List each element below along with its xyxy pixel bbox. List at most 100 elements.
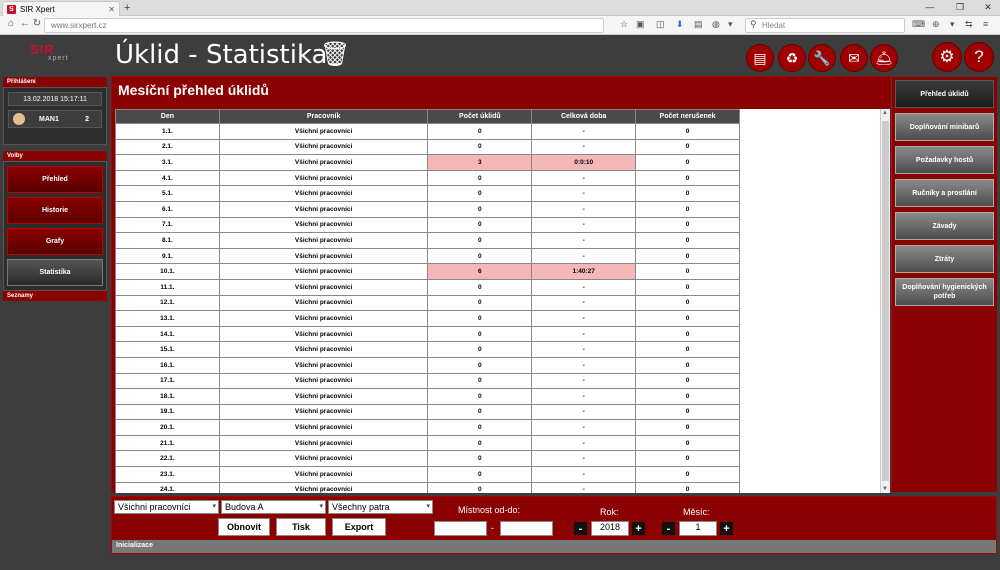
column-header[interactable]: Počet úklidů xyxy=(427,109,533,124)
year-input[interactable]: 2018 xyxy=(591,521,629,536)
room-from-input[interactable] xyxy=(434,521,487,536)
table-row[interactable]: 18.1. Všichni pracovníci 0-0 xyxy=(115,388,740,405)
menu-icon[interactable]: ≡ xyxy=(983,19,988,29)
table-cell: 0 xyxy=(427,232,533,249)
table-cell: 0 xyxy=(635,154,740,171)
table-row[interactable]: 14.1. Všichni pracovníci 0-0 xyxy=(115,325,740,343)
table-cell: Všichni pracovníci xyxy=(218,278,429,296)
right-item-hygiena[interactable]: Doplňování hygienických potřeb xyxy=(895,278,994,306)
table-row[interactable]: 1.1. Všichni pracovníci 0-0 xyxy=(115,123,740,140)
maximize-icon[interactable]: ❐ xyxy=(950,2,970,13)
table-cell: Všichni pracovníci xyxy=(218,185,429,202)
table-row[interactable]: 24.1. Všichni pracovníci 0-0 xyxy=(115,481,740,493)
table-row[interactable]: 11.1. Všichni pracovníci 0-0 xyxy=(115,278,740,296)
table-row[interactable]: 6.1. Všichni pracovníci 0-0 xyxy=(115,200,740,218)
table-row[interactable]: 16.1. Všichni pracovníci 0-0 xyxy=(115,356,740,374)
table-row[interactable]: 20.1. Všichni pracovníci 0-0 xyxy=(115,419,740,436)
year-decrement-button[interactable]: - xyxy=(574,522,587,535)
month-increment-button[interactable]: + xyxy=(720,522,733,535)
table-row[interactable]: 3.1. Všichni pracovníci 3 0:0:10 0 xyxy=(115,154,740,171)
new-tab-icon[interactable]: + xyxy=(124,2,130,14)
left-panel: Přihlášení 13.02.2018 15:17:11 MAN1 2 Vo… xyxy=(3,77,107,301)
worker-select[interactable]: Všichni pracovníci ▾ xyxy=(114,500,219,514)
month-decrement-button[interactable]: - xyxy=(662,522,675,535)
table-row[interactable]: 12.1. Všichni pracovníci 0-0 xyxy=(115,294,740,312)
right-item-doplnovani-minibaru[interactable]: Doplňování minibarů xyxy=(895,113,994,141)
scroll-thumb[interactable] xyxy=(882,121,889,481)
close-tab-icon[interactable]: ✕ xyxy=(108,5,115,14)
table-row[interactable]: 19.1. Všichni pracovníci 0-0 xyxy=(115,403,740,421)
refresh-button[interactable]: Obnovit xyxy=(218,518,270,536)
sync-icon[interactable]: ⇆ xyxy=(965,19,973,30)
wrench-icon[interactable]: 🔧 xyxy=(808,44,836,72)
right-item-zavady[interactable]: Závady xyxy=(895,212,994,240)
report-icon[interactable]: ▤ xyxy=(746,44,774,72)
table-row[interactable]: 23.1. Všichni pracovníci 0-0 xyxy=(115,466,740,483)
star-icon[interactable]: ☆ xyxy=(620,19,628,30)
url-bar[interactable]: www.sirxpert.cz xyxy=(44,18,604,33)
print-button[interactable]: Tisk xyxy=(276,518,326,536)
column-header[interactable]: Celková doba xyxy=(531,109,637,124)
mail-icon[interactable]: ✉ xyxy=(840,44,868,72)
history-icon[interactable]: ▤ xyxy=(694,19,703,30)
table-row[interactable]: 7.1. Všichni pracovníci 0-0 xyxy=(115,216,740,234)
table-row[interactable]: 10.1. Všichni pracovníci 6 1:40:27 0 xyxy=(115,263,740,280)
scroll-down-icon[interactable]: ▼ xyxy=(882,486,888,492)
window-close-icon[interactable]: ✕ xyxy=(978,2,998,13)
export-button[interactable]: Export xyxy=(332,518,386,536)
pocket-icon[interactable]: ◫ xyxy=(656,19,665,30)
table-row[interactable]: 9.1. Všichni pracovníci 0-0 xyxy=(115,247,740,265)
browser-tab[interactable]: S SIR Xpert ✕ xyxy=(2,1,120,16)
account-icon[interactable]: ⊕ xyxy=(932,19,940,30)
help-icon[interactable]: ? xyxy=(964,42,994,72)
table-cell: 19.1. xyxy=(115,403,220,421)
gear-icon[interactable]: ⚙ xyxy=(932,42,962,72)
column-header[interactable]: Počet nerušenek xyxy=(635,109,740,124)
table-row[interactable]: 21.1. Všichni pracovníci 0-0 xyxy=(115,434,740,452)
room-to-input[interactable] xyxy=(500,521,553,536)
table-row[interactable]: 22.1. Všichni pracovníci 0-0 xyxy=(115,450,740,468)
dropdown-icon[interactable]: ▾ xyxy=(728,19,733,30)
menu-footer[interactable]: Seznamy xyxy=(3,291,107,301)
table-row[interactable]: 4.1. Všichni pracovníci 0-0 xyxy=(115,169,740,187)
minimize-icon[interactable]: — xyxy=(920,2,940,12)
month-input[interactable]: 1 xyxy=(679,521,717,536)
table-row[interactable]: 15.1. Všichni pracovníci 0-0 xyxy=(115,341,740,358)
table-row[interactable]: 17.1. Všichni pracovníci 0-0 xyxy=(115,372,740,390)
search-input[interactable]: Hledat xyxy=(745,18,905,33)
table-cell: 0 xyxy=(635,481,740,493)
column-header[interactable]: Pracovník xyxy=(218,109,429,124)
table-row[interactable]: 2.1. Všichni pracovníci 0-0 xyxy=(115,138,740,156)
reload-icon[interactable]: ↻ xyxy=(30,18,44,29)
right-item-pozadavky-hostu[interactable]: Požadavky hostů xyxy=(895,146,994,174)
home-icon[interactable]: ⌂ xyxy=(4,18,18,29)
floor-select[interactable]: Všechny patra ▾ xyxy=(328,500,433,514)
cleaning-icon[interactable]: ♻ xyxy=(778,44,806,72)
table-cell: - xyxy=(531,310,637,327)
right-item-ztraty[interactable]: Ztráty xyxy=(895,245,994,273)
table-row[interactable]: 8.1. Všichni pracovníci 0-0 xyxy=(115,232,740,249)
login-user[interactable]: MAN1 2 xyxy=(8,110,102,128)
menu-item-statistika[interactable]: Statistika xyxy=(7,259,103,286)
menu-item-grafy[interactable]: Grafy xyxy=(7,228,103,255)
building-select[interactable]: Budova A ▾ xyxy=(221,500,326,514)
extension-icon[interactable]: ▾ xyxy=(950,19,955,30)
column-header[interactable]: Den xyxy=(115,109,220,124)
table-cell: 0 xyxy=(635,123,740,140)
table-row[interactable]: 13.1. Všichni pracovníci 0-0 xyxy=(115,310,740,327)
reader-icon[interactable]: ▣ xyxy=(636,19,645,30)
menu-item-prehled[interactable]: Přehled xyxy=(7,166,103,193)
keyboard-icon[interactable]: ⌨ xyxy=(912,19,925,30)
table-row[interactable]: 5.1. Všichni pracovníci 0-0 xyxy=(115,185,740,202)
table-cell: 0 xyxy=(427,481,533,493)
vertical-scrollbar[interactable]: ▲ ▼ xyxy=(880,109,890,493)
scroll-up-icon[interactable]: ▲ xyxy=(882,110,888,116)
bell-icon[interactable]: 🛎 xyxy=(870,44,898,72)
download-icon[interactable]: ⬇ xyxy=(676,19,684,30)
menu-item-historie[interactable]: Historie xyxy=(7,197,103,224)
globe-icon[interactable]: ◍ xyxy=(712,19,720,30)
table-cell: 16.1. xyxy=(115,356,220,374)
year-increment-button[interactable]: + xyxy=(632,522,645,535)
right-item-prehled-uklidu[interactable]: Přehled úklidů xyxy=(895,80,994,108)
right-item-rucniky[interactable]: Ručníky a prostlání xyxy=(895,179,994,207)
